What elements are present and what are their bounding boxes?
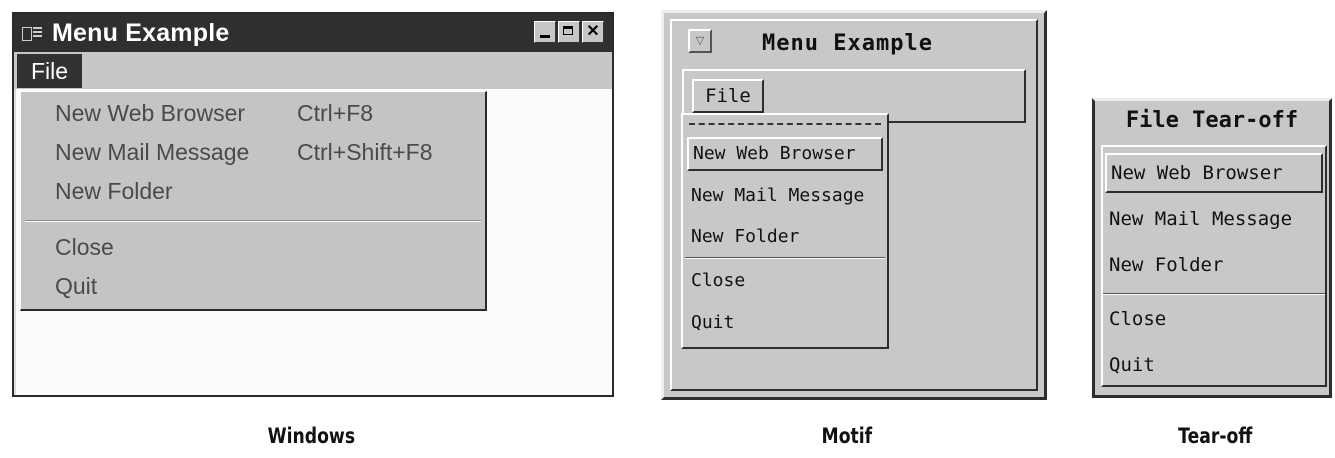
- menu-item-close[interactable]: Close: [1105, 299, 1323, 339]
- menu-item-new-web-browser[interactable]: New Web Browser Ctrl+F8: [55, 100, 373, 127]
- windows-titlebar[interactable]: Menu Example ✕: [14, 14, 612, 52]
- menu-item-new-folder[interactable]: New Folder: [687, 220, 883, 254]
- caption-motif: Motif: [821, 424, 873, 448]
- menu-item-new-folder[interactable]: New Folder: [55, 178, 173, 205]
- menu-item-close[interactable]: Close: [55, 234, 114, 261]
- minimize-icon[interactable]: [534, 21, 556, 43]
- menu-item-quit[interactable]: Quit: [687, 306, 883, 340]
- menu-item-quit[interactable]: Quit: [55, 273, 97, 300]
- menu-item-label: New Web Browser: [55, 100, 246, 126]
- caption-windows: Windows: [267, 424, 356, 448]
- menu-item-new-folder[interactable]: New Folder: [1105, 245, 1323, 285]
- menu-item-accelerator: Ctrl+F8: [297, 100, 374, 126]
- menu-item-accelerator: Ctrl+Shift+F8: [297, 139, 433, 165]
- motif-file-dropdown: New Web Browser New Mail Message New Fol…: [681, 113, 889, 349]
- windows-file-menu[interactable]: File: [17, 54, 83, 88]
- menu-item-new-mail-message[interactable]: New Mail Message: [687, 179, 883, 213]
- menu-item-close[interactable]: Close: [687, 264, 883, 298]
- tear-off-line[interactable]: [689, 123, 881, 125]
- menu-item-label: New Folder: [55, 178, 173, 204]
- caption-tearoff: Tear-off: [1178, 424, 1253, 448]
- motif-window-title: Menu Example: [762, 31, 933, 56]
- window-menu-icon[interactable]: ▽: [688, 29, 712, 53]
- tearoff-title: File Tear-off: [1125, 108, 1299, 133]
- windows-file-dropdown: New Web Browser Ctrl+F8 New Mail Message…: [20, 91, 487, 311]
- menu-item-label: Quit: [55, 273, 98, 299]
- windows-window: Menu Example ✕ File New Web Browser Ctrl…: [12, 12, 614, 397]
- maximize-icon[interactable]: [558, 21, 580, 43]
- menu-separator: [25, 220, 481, 222]
- windows-window-title: Menu Example: [52, 18, 230, 47]
- menu-item-new-mail-message[interactable]: New Mail Message Ctrl+Shift+F8: [55, 139, 433, 166]
- windows-menubar: File: [14, 52, 612, 89]
- menu-item-quit[interactable]: Quit: [1105, 345, 1323, 385]
- menu-item-label: Close: [55, 234, 114, 260]
- system-menu-icon[interactable]: [22, 25, 44, 41]
- menu-separator: [685, 257, 885, 259]
- tearoff-menu: New Web Browser New Mail Message New Fol…: [1101, 145, 1327, 387]
- menu-item-new-mail-message[interactable]: New Mail Message: [1105, 199, 1323, 239]
- motif-titlebar[interactable]: ▽ Menu Example: [672, 21, 1036, 63]
- menu-separator: [1103, 293, 1325, 295]
- menu-item-new-web-browser[interactable]: New Web Browser: [687, 137, 883, 171]
- menu-item-label: New Mail Message: [55, 139, 250, 165]
- motif-window: ▽ Menu Example File New Web Browser New …: [661, 10, 1047, 400]
- motif-file-menu[interactable]: File: [692, 79, 764, 113]
- close-icon[interactable]: ✕: [582, 21, 604, 43]
- window-controls: ✕: [534, 21, 604, 43]
- tearoff-window: File Tear-off New Web Browser New Mail M…: [1092, 98, 1332, 398]
- menu-item-new-web-browser[interactable]: New Web Browser: [1105, 153, 1323, 193]
